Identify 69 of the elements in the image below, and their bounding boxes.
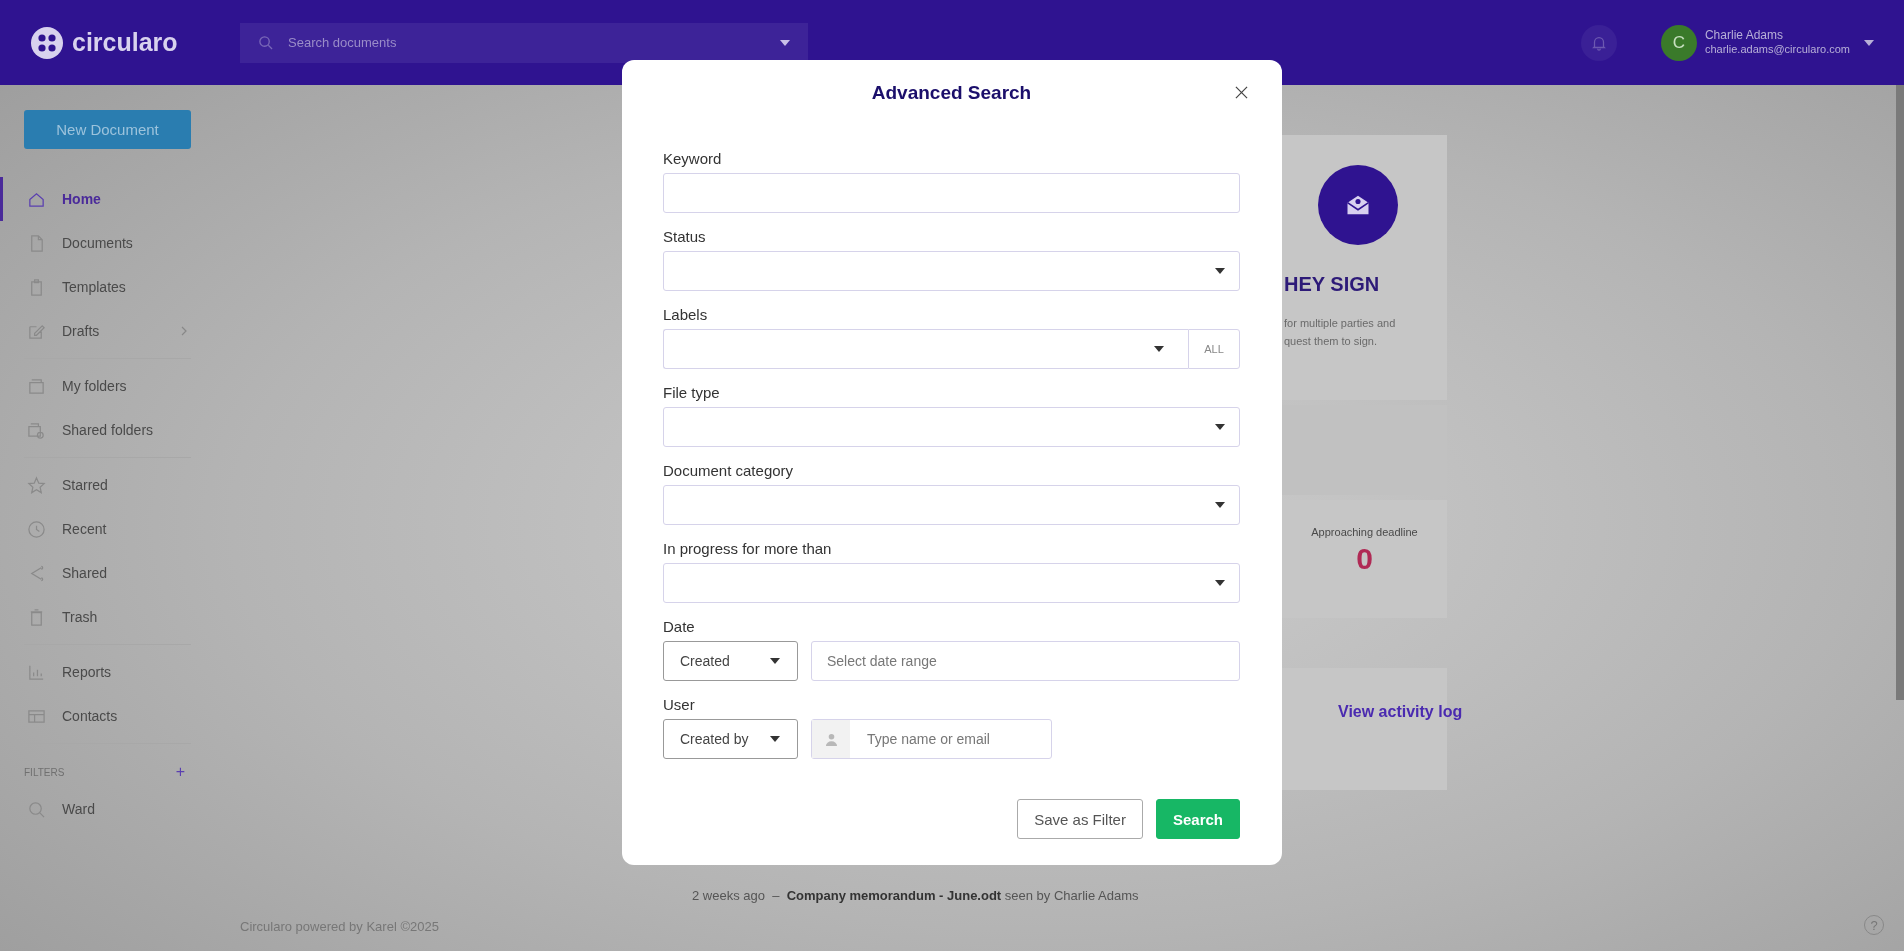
select-field[interactable] (663, 329, 1188, 369)
sidebar-item[interactable]: Starred (0, 463, 215, 507)
notifications-button[interactable] (1580, 24, 1617, 61)
caret-icon (770, 658, 780, 664)
field-label: Keyword (663, 150, 723, 168)
field-label: Status (663, 228, 707, 246)
card-text: for multiple parties and (1283, 316, 1396, 331)
dialog-title: Advanced Search (871, 82, 1032, 104)
sidebar-item[interactable]: Recent (0, 507, 215, 551)
date-range-field[interactable]: Select date range (811, 641, 1240, 681)
logo-icon (30, 25, 64, 60)
select-field[interactable] (663, 563, 1240, 603)
field-label: File type (663, 384, 721, 402)
scrollbar[interactable] (1896, 85, 1904, 700)
search-icon (27, 799, 46, 819)
caret-icon (770, 736, 780, 742)
caret-icon (1215, 424, 1225, 430)
sidebar-item[interactable]: Documents (0, 221, 215, 265)
search-field[interactable]: Search documents (240, 22, 808, 63)
logo-text: circularo (72, 28, 178, 57)
mode-select[interactable]: Created (663, 641, 798, 681)
activity-entry: 2 weeks ago – Company memorandum - June.odt seen by Charlie Adams (691, 886, 1139, 905)
all-button[interactable]: ALL (1188, 329, 1240, 369)
caret-icon (1215, 268, 1225, 274)
search-button[interactable]: Search (1155, 799, 1240, 839)
select-field[interactable] (663, 251, 1240, 291)
star-icon (27, 475, 46, 495)
folder-icon (27, 376, 46, 396)
sidebar-item[interactable]: Drafts (0, 309, 215, 353)
sidebar-item[interactable]: Home (0, 177, 215, 221)
field-label: In progress for more than (663, 540, 833, 558)
select-field[interactable] (663, 407, 1240, 447)
caret-icon (1215, 502, 1225, 508)
card-text: quest them to sign. (1283, 334, 1377, 349)
stat-label: Approaching deadline (1311, 526, 1418, 538)
user-email: charlie.adams@circularo.com (1704, 43, 1850, 56)
sidebar-item[interactable]: My folders (0, 364, 215, 408)
mode-select[interactable]: Created by (663, 719, 798, 759)
user-avatar[interactable]: C (1660, 24, 1697, 61)
close-icon[interactable] (1235, 86, 1248, 99)
clock-icon (27, 519, 46, 539)
shared-folder-icon (27, 420, 46, 440)
add-filter-button[interactable]: + (175, 763, 185, 781)
field-label: Date (663, 618, 696, 636)
user-name: Charlie Adams (1704, 29, 1784, 44)
caret-icon[interactable] (1864, 39, 1874, 46)
caret-icon[interactable] (780, 39, 790, 46)
sidebar-item[interactable]: Trash (0, 595, 215, 639)
sidebar-item[interactable]: Contacts (0, 694, 215, 738)
card-title: HEY SIGN (1284, 273, 1380, 296)
filters-heading: FILTERS (24, 766, 65, 778)
new-document-button[interactable]: New Document (24, 110, 191, 149)
filter-item[interactable]: Ward (0, 787, 215, 831)
search-icon (258, 34, 273, 50)
save-filter-button[interactable]: Save as Filter (1017, 799, 1143, 839)
caret-icon (1154, 346, 1164, 352)
activity-log-link[interactable]: View activity log (1338, 703, 1463, 723)
field-label: User (663, 696, 696, 714)
sidebar-item[interactable]: Shared (0, 551, 215, 595)
field-label: Document category (663, 462, 795, 480)
person-icon (812, 720, 850, 758)
field-label: Labels (663, 306, 709, 324)
sidebar-item[interactable]: Templates (0, 265, 215, 309)
sidebar-item[interactable]: Shared folders (0, 408, 215, 452)
stat-value: 0 (1356, 542, 1373, 576)
sidebar-item[interactable]: Reports (0, 650, 215, 694)
caret-icon (1215, 580, 1225, 586)
text-field[interactable] (663, 173, 1240, 213)
select-field[interactable] (663, 485, 1240, 525)
